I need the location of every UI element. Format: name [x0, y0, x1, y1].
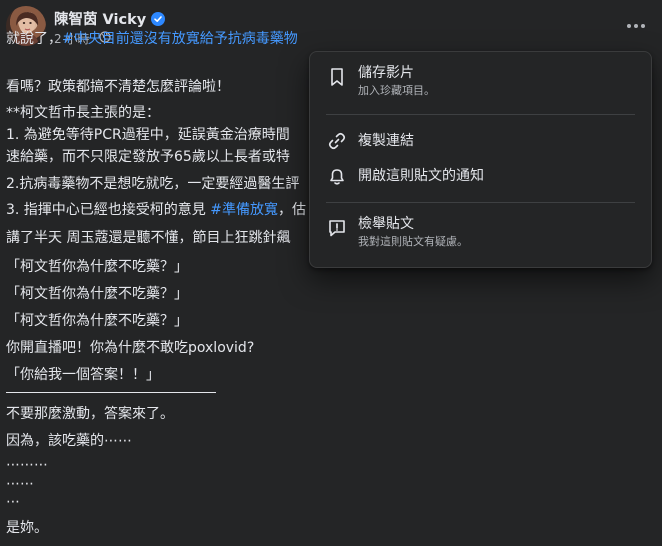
- menu-item-copy-link[interactable]: 複製連結: [318, 130, 643, 152]
- dot-icon: [627, 24, 631, 28]
- post-text: 「柯文哲你為什麼不吃藥？」: [6, 313, 188, 329]
- post-text-line: 2.抗病毒藥物不是想吃就吃，一定要經過醫生評: [6, 175, 299, 193]
- link-icon: [328, 132, 346, 150]
- menu-label: 複製連結: [358, 133, 414, 149]
- post-text-line: 你開直播吧！你為什麼不敢吃poxlovid?: [6, 339, 254, 357]
- post-text-line: 3. 指揮中心已經也接受柯的意見 #準備放寬，估: [6, 201, 306, 219]
- post-text: 「柯文哲你為什麼不吃藥？」: [6, 259, 188, 275]
- post-text: 因為，該吃藥的⋯⋯: [6, 433, 132, 449]
- post-text-line: 速給藥，而不只限定發放予65歲以上長者或特: [6, 148, 290, 166]
- post-text: ⋯⋯⋯: [6, 457, 48, 473]
- author-name[interactable]: 陳智茵 Vicky: [54, 8, 146, 29]
- post-text: ，估: [278, 202, 306, 218]
- post-text-line: 「你給我一個答案！！」: [6, 366, 160, 384]
- post-text: 你開直播吧！你為什麼不敢吃poxlovid?: [6, 340, 255, 356]
- menu-sublabel: 我對這則貼文有疑慮。: [358, 235, 468, 248]
- hashtag-link[interactable]: #中央目前還沒有放寬給予抗病毒藥物: [62, 31, 298, 47]
- more-options-button[interactable]: [620, 12, 652, 40]
- menu-label: 儲存影片: [358, 65, 414, 81]
- post-text-line: ⋯: [6, 493, 20, 511]
- report-flag-icon: [329, 220, 345, 237]
- post-text: ⋯⋯: [6, 476, 34, 492]
- post-text: 不要那麼激動，答案來了。: [6, 406, 174, 422]
- bookmark-icon: [331, 68, 343, 86]
- hashtag-link[interactable]: #準備放寬: [210, 202, 278, 218]
- menu-divider: [326, 202, 635, 203]
- post-text: 講了半天 周玉蔻還是聽不懂，節目上狂跳針飆: [6, 230, 291, 246]
- post-text-line: 是妳。: [6, 519, 48, 537]
- menu-sublabel: 加入珍藏項目。: [358, 84, 435, 97]
- text-divider-line: [6, 392, 216, 393]
- post-text: ⋯: [6, 494, 20, 510]
- menu-item-turn-on-notifications[interactable]: 開啟這則貼文的通知: [318, 165, 643, 187]
- post-text-line: 因為，該吃藥的⋯⋯: [6, 432, 132, 450]
- post-text: 是妳。: [6, 520, 48, 536]
- menu-label: 開啟這則貼文的通知: [358, 168, 484, 184]
- post-text-line: 就說了，#中央目前還沒有放寬給予抗病毒藥物: [6, 30, 298, 48]
- post-text-line: 1. 為避免等待PCR過程中，延誤黃金治療時間: [6, 126, 290, 144]
- post-text-line: 不要那麼激動，答案來了。: [6, 405, 174, 423]
- post-text-line: ⋯⋯⋯: [6, 456, 48, 474]
- post-text: 「你給我一個答案！！」: [6, 367, 160, 383]
- post-text: 1. 為避免等待PCR過程中，延誤黃金治療時間: [6, 127, 290, 143]
- post-text: **柯文哲市長主張的是：: [6, 105, 160, 121]
- post-text-line: 「柯文哲你為什麼不吃藥？」: [6, 258, 188, 276]
- post-text: 看嗎？政策都搞不清楚怎麼評論啦！: [6, 79, 230, 95]
- menu-label: 檢舉貼文: [358, 216, 414, 232]
- bell-icon: [330, 169, 344, 185]
- post-text-line: 「柯文哲你為什麼不吃藥？」: [6, 312, 188, 330]
- dot-icon: [641, 24, 645, 28]
- menu-item-save-video[interactable]: 儲存影片 加入珍藏項目。: [318, 64, 643, 104]
- post-text-line: 看嗎？政策都搞不清楚怎麼評論啦！: [6, 78, 230, 96]
- post-text-line: 「柯文哲你為什麼不吃藥？」: [6, 285, 188, 303]
- post-text-line: ⋯⋯: [6, 475, 34, 493]
- post-text-line: **柯文哲市長主張的是：: [6, 104, 160, 122]
- post-text: 就說了，: [6, 31, 62, 47]
- post-text: 3. 指揮中心已經也接受柯的意見: [6, 202, 211, 218]
- dot-icon: [634, 24, 638, 28]
- post-text: 速給藥，而不只限定發放予65歲以上長者或特: [6, 149, 290, 165]
- post-text: 2.抗病毒藥物不是想吃就吃，一定要經過醫生評: [6, 176, 300, 192]
- post-options-menu: 儲存影片 加入珍藏項目。 複製連結 開啟這則貼文的通知 檢舉貼文 我對這則貼文有…: [309, 51, 652, 268]
- post-text: 「柯文哲你為什麼不吃藥？」: [6, 286, 188, 302]
- verified-badge-icon: [151, 11, 166, 26]
- menu-item-report-post[interactable]: 檢舉貼文 我對這則貼文有疑慮。: [318, 215, 643, 255]
- post-text-line: 講了半天 周玉蔻還是聽不懂，節目上狂跳針飆: [6, 229, 290, 247]
- menu-divider: [326, 114, 635, 115]
